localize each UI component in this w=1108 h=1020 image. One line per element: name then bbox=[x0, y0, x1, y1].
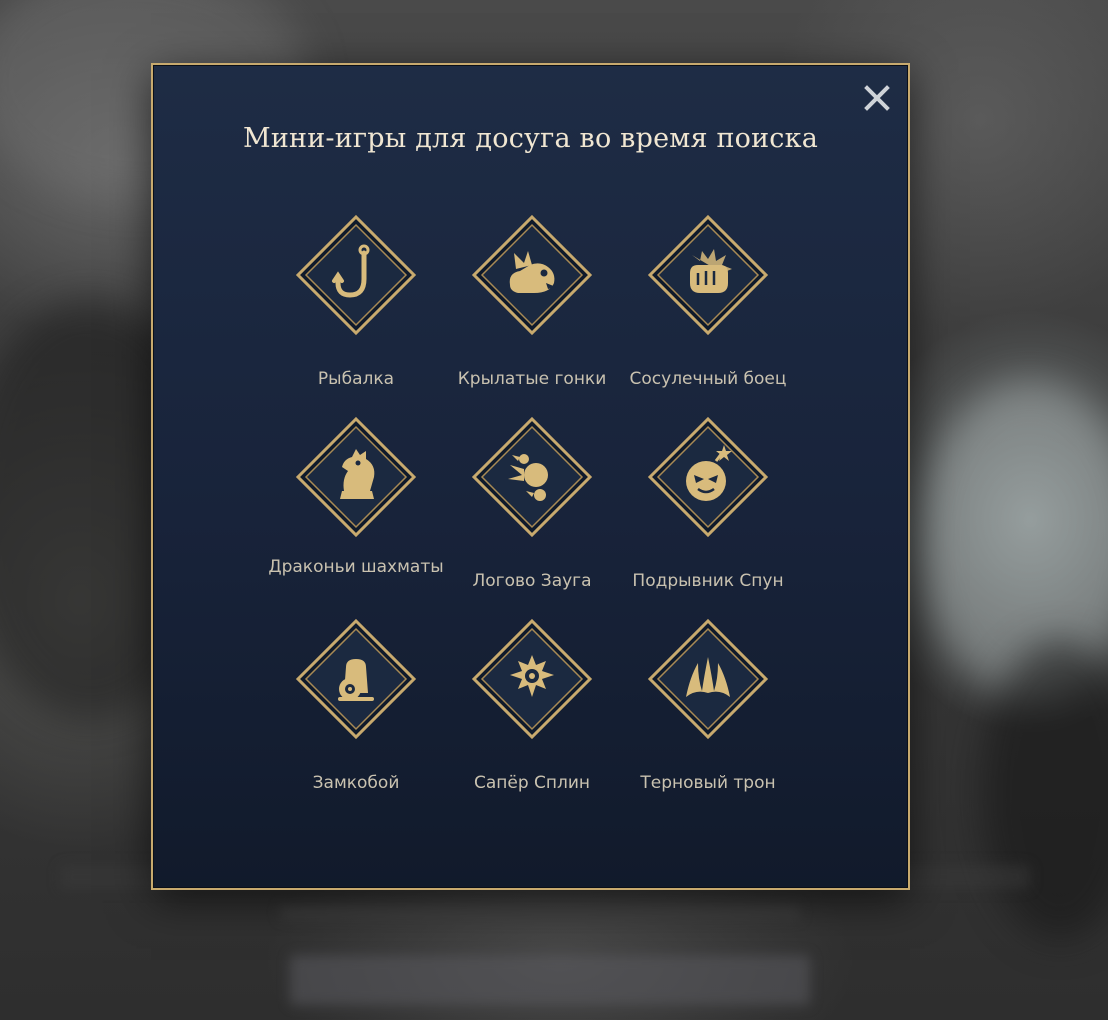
game-label: Драконьи шахматы bbox=[268, 557, 444, 577]
game-tile-fishing[interactable]: Рыбалка bbox=[268, 213, 444, 391]
game-tile-zaugs-lair[interactable]: Логово Зауга bbox=[444, 415, 620, 593]
game-emblem bbox=[294, 213, 418, 337]
mini-games-dialog: Мини-игры для досуга во время поиска Рыб… bbox=[151, 63, 910, 890]
game-tile-bomber-spoon[interactable]: Подрывник Спун bbox=[620, 415, 796, 593]
game-tile-icicle-fighter[interactable]: Сосулечный боец bbox=[620, 213, 796, 391]
game-label: Логово Зауга bbox=[472, 571, 592, 591]
game-label: Рыбалка bbox=[317, 369, 395, 389]
game-label: Терновый трон bbox=[640, 773, 776, 793]
game-tile-minesweeper-splin[interactable]: Сапёр Сплин bbox=[444, 617, 620, 795]
game-label: Крылатые гонки bbox=[457, 369, 607, 389]
close-button[interactable] bbox=[862, 83, 892, 113]
game-label: Замкобой bbox=[312, 773, 400, 793]
game-label: Подрывник Спун bbox=[632, 571, 784, 591]
game-emblem bbox=[646, 415, 770, 539]
game-emblem bbox=[470, 213, 594, 337]
game-emblem bbox=[470, 415, 594, 539]
game-emblem bbox=[294, 415, 418, 539]
game-tile-castle-breaker[interactable]: Замкобой bbox=[268, 617, 444, 795]
game-emblem bbox=[646, 213, 770, 337]
game-tile-thorn-throne[interactable]: Терновый трон bbox=[620, 617, 796, 795]
game-emblem bbox=[470, 617, 594, 741]
game-tile-dragon-chess[interactable]: Драконьи шахматы bbox=[268, 415, 444, 579]
game-label: Сапёр Сплин bbox=[473, 773, 591, 793]
game-emblem bbox=[646, 617, 770, 741]
close-icon bbox=[864, 85, 890, 111]
game-emblem bbox=[294, 617, 418, 741]
game-label: Сосулечный боец bbox=[629, 369, 787, 389]
dialog-title: Мини-игры для досуга во время поиска bbox=[242, 123, 819, 154]
game-tile-winged-races[interactable]: Крылатые гонки bbox=[444, 213, 620, 391]
